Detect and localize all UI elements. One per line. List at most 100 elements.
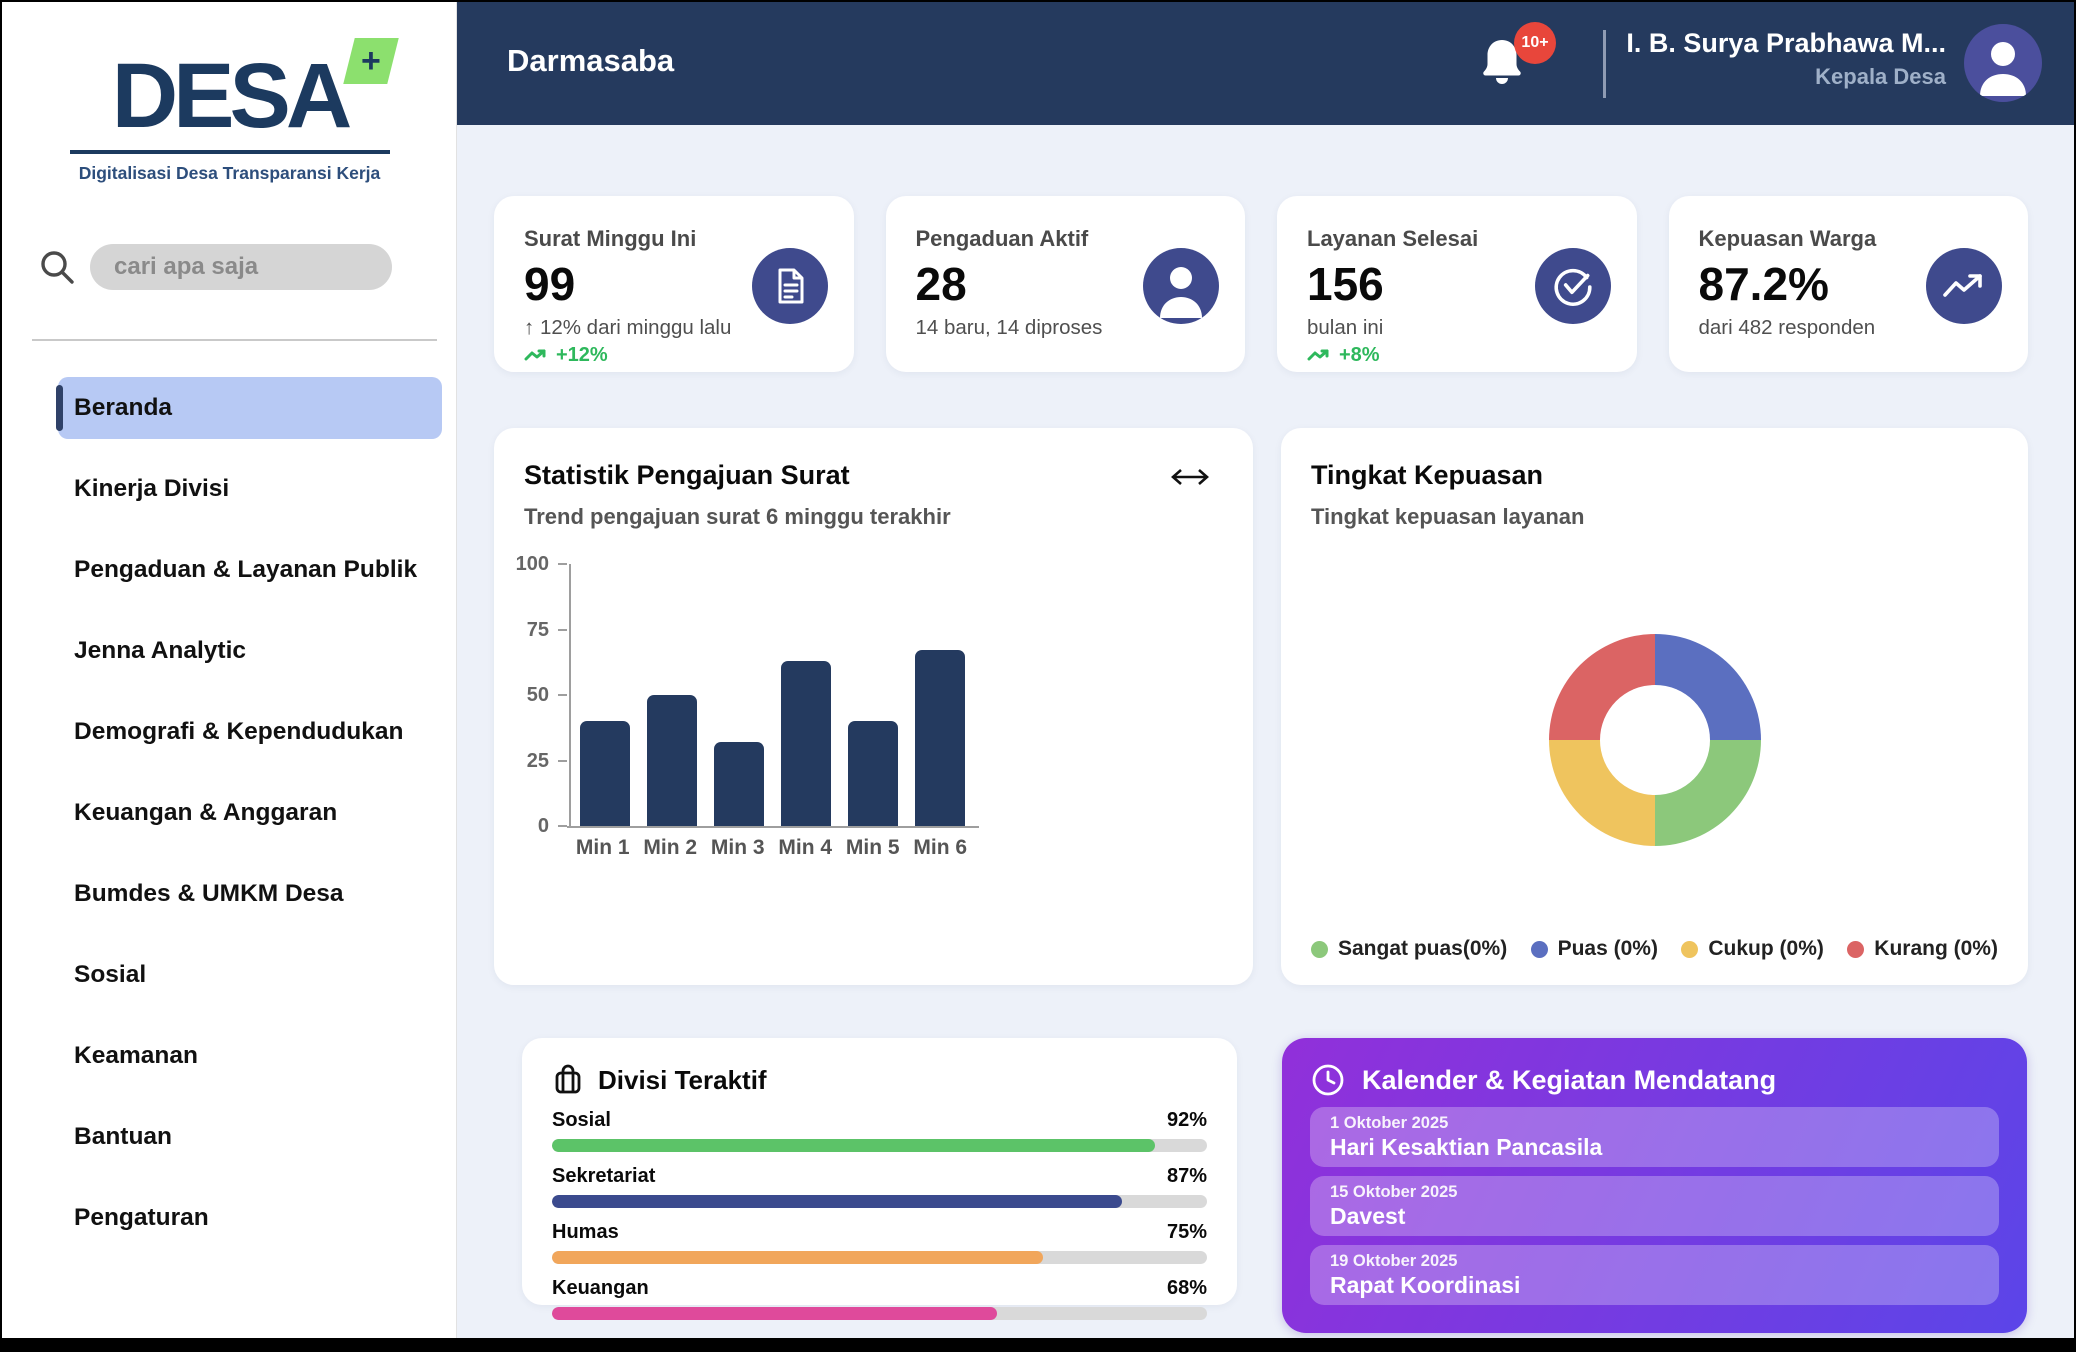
notification-bell-button[interactable]: 10+ [1478, 36, 1544, 102]
bar-chart-title: Statistik Pengajuan Surat [524, 460, 850, 491]
app-window: DESA + Digitalisasi Desa Transparansi Ke… [2, 2, 2074, 1338]
bar [907, 564, 974, 826]
progress-track [552, 1195, 1207, 1208]
stat-card-kepuasan: Kepuasan Warga 87.2% dari 482 responden [1669, 196, 2029, 372]
sidebar-item-keuangan-anggaran[interactable]: Keuangan & Anggaran [58, 782, 442, 844]
search-input[interactable] [90, 244, 392, 290]
bar [638, 564, 705, 826]
bar [773, 564, 840, 826]
sidebar-nav: Beranda Kinerja Divisi Pengaduan & Layan… [2, 377, 457, 1268]
bar-yaxis: 0255075100 [494, 564, 569, 826]
stat-label: Pengaduan Aktif [916, 226, 1216, 252]
bottom-row: Divisi Teraktif Sosial 92% Sekretariat 8… [494, 1038, 2028, 1333]
stat-cards-row: Surat Minggu Ini 99 ↑ 12% dari minggu la… [494, 196, 2028, 372]
stat-card-surat: Surat Minggu Ini 99 ↑ 12% dari minggu la… [494, 196, 854, 372]
stat-trend: +8% [1307, 344, 1607, 367]
sidebar-item-bumdes-umkm[interactable]: Bumdes & UMKM Desa [58, 863, 442, 925]
sidebar-item-kinerja-divisi[interactable]: Kinerja Divisi [58, 458, 442, 520]
bar [840, 564, 907, 826]
topbar: Darmasaba 10+ I. B. Surya Prabhawa M... … [457, 2, 2074, 125]
user-role: Kepala Desa [1626, 64, 1946, 90]
calendar-title: Kalender & Kegiatan Mendatang [1362, 1065, 1776, 1096]
ytick-label: 25 [527, 750, 549, 773]
horizontal-arrows-icon [1167, 466, 1213, 488]
bar-xlabel: Min 2 [637, 836, 705, 860]
donut-chart [1549, 634, 1761, 846]
progress-fill [552, 1307, 997, 1320]
progress-label: Sekretariat [552, 1165, 655, 1188]
legend-item-puas: Puas (0%) [1531, 937, 1658, 961]
progress-pct: 92% [1167, 1109, 1207, 1132]
trend-up-icon [1307, 348, 1331, 364]
sidebar-item-beranda[interactable]: Beranda [58, 377, 442, 439]
progress-track [552, 1139, 1207, 1152]
progress-row-sekretariat: Sekretariat 87% [552, 1165, 1207, 1208]
bar-chart-card: Statistik Pengajuan Surat Trend pengajua… [494, 428, 1253, 985]
legend-item-sangat-puas: Sangat puas(0%) [1311, 937, 1507, 961]
bar-xlabel: Min 3 [704, 836, 772, 860]
calendar-card: Kalender & Kegiatan Mendatang 1 Oktober … [1282, 1038, 2027, 1333]
sidebar-item-pengaduan-layanan-publik[interactable]: Pengaduan & Layanan Publik [58, 539, 442, 601]
trend-up-icon [524, 348, 548, 364]
progress-row-humas: Humas 75% [552, 1221, 1207, 1264]
progress-fill [552, 1251, 1043, 1264]
progress-track [552, 1307, 1207, 1320]
donut-hole [1600, 685, 1710, 795]
bar [705, 564, 772, 826]
progress-pct: 87% [1167, 1165, 1207, 1188]
progress-pct: 68% [1167, 1277, 1207, 1300]
bar-plot [569, 564, 974, 826]
user-info: I. B. Surya Prabhawa M... Kepala Desa [1626, 28, 1946, 90]
stat-label: Layanan Selesai [1307, 226, 1607, 252]
check-circle-icon [1535, 248, 1611, 324]
expand-chart-button[interactable] [1167, 462, 1213, 494]
event-row: 1 Oktober 2025 Hari Kesaktian Pancasila [1310, 1107, 1999, 1167]
divisi-title: Divisi Teraktif [598, 1065, 767, 1096]
event-title: Davest [1330, 1203, 1979, 1230]
progress-label: Sosial [552, 1109, 611, 1132]
stat-card-layanan: Layanan Selesai 156 bulan ini +8% [1277, 196, 1637, 372]
stat-label: Surat Minggu Ini [524, 226, 824, 252]
person-icon [1964, 24, 2042, 102]
user-name: I. B. Surya Prabhawa M... [1626, 28, 1946, 59]
person-icon [1143, 248, 1219, 324]
logo-text: DESA [112, 45, 348, 147]
sidebar-item-pengaturan[interactable]: Pengaturan [58, 1187, 442, 1249]
donut-chart-subtitle: Tingkat kepuasan layanan [1311, 504, 1584, 530]
stat-card-pengaduan: Pengaduan Aktif 28 14 baru, 14 diproses [886, 196, 1246, 372]
user-avatar[interactable] [1964, 24, 2042, 102]
page-title: Darmasaba [507, 43, 674, 79]
screen-frame: DESA + Digitalisasi Desa Transparansi Ke… [0, 0, 2076, 1352]
donut-chart-title: Tingkat Kepuasan [1311, 460, 1543, 491]
bar-xlabel: Min 5 [839, 836, 907, 860]
sidebar: DESA + Digitalisasi Desa Transparansi Ke… [2, 2, 457, 1338]
sidebar-divider [32, 339, 437, 341]
topbar-divider [1603, 30, 1606, 98]
event-title: Hari Kesaktian Pancasila [1330, 1134, 1979, 1161]
ytick-mark [558, 760, 567, 762]
ytick-mark [558, 825, 567, 827]
sidebar-item-demografi-kependudukan[interactable]: Demografi & Kependudukan [58, 701, 442, 763]
legend-dot [1311, 941, 1328, 958]
sidebar-item-bantuan[interactable]: Bantuan [58, 1106, 442, 1168]
bar-xaxis-line [567, 826, 979, 828]
sidebar-item-sosial[interactable]: Sosial [58, 944, 442, 1006]
ytick-label: 0 [538, 815, 549, 838]
charts-row: Statistik Pengajuan Surat Trend pengajua… [494, 428, 2028, 985]
ytick-mark [558, 629, 567, 631]
progress-track [552, 1251, 1207, 1264]
legend-dot [1847, 941, 1864, 958]
event-row: 19 Oktober 2025 Rapat Koordinasi [1310, 1245, 1999, 1305]
ytick-label: 50 [527, 684, 549, 707]
bar-xlabel: Min 4 [772, 836, 840, 860]
event-title: Rapat Koordinasi [1330, 1272, 1979, 1299]
progress-fill [552, 1195, 1122, 1208]
logo-plus-icon: + [344, 38, 399, 84]
sidebar-item-keamanan[interactable]: Keamanan [58, 1025, 442, 1087]
app-logo: DESA + Digitalisasi Desa Transparansi Ke… [2, 44, 457, 184]
progress-label: Keuangan [552, 1277, 649, 1300]
progress-row-sosial: Sosial 92% [552, 1109, 1207, 1152]
sidebar-item-jenna-analytic[interactable]: Jenna Analytic [58, 620, 442, 682]
ytick-mark [558, 694, 567, 696]
progress-fill [552, 1139, 1155, 1152]
